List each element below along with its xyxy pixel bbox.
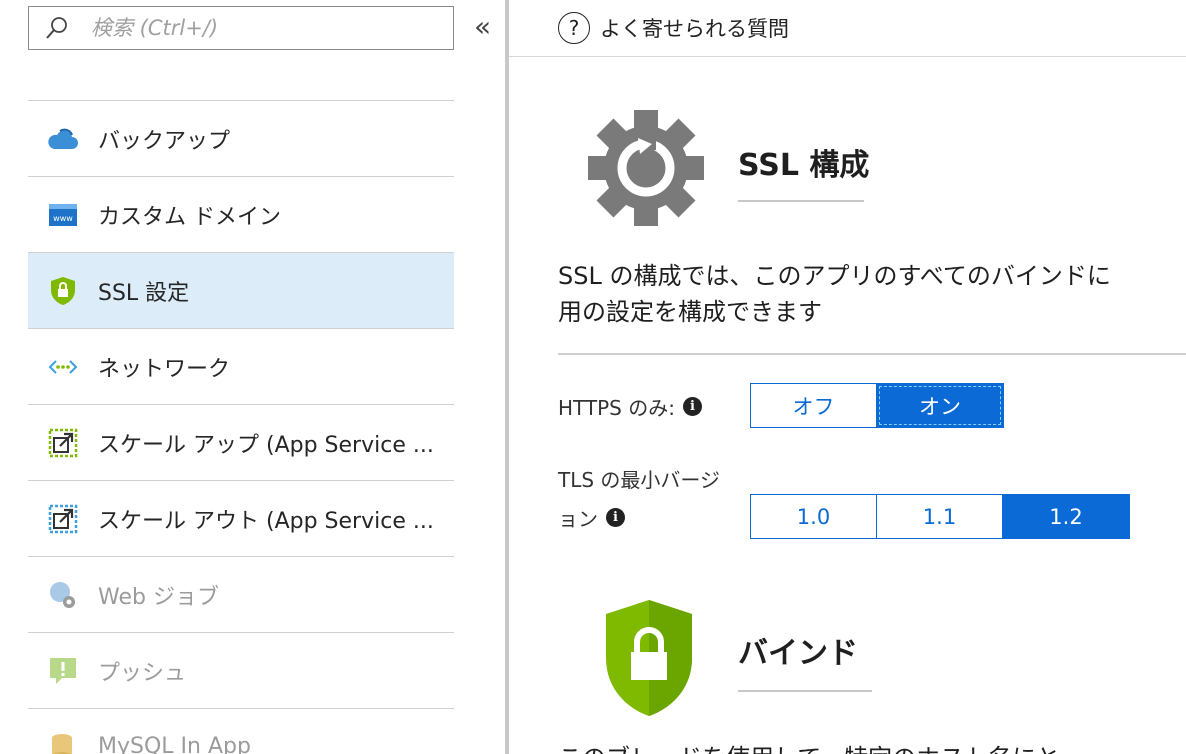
scale-out-icon <box>46 502 80 536</box>
faq-button[interactable]: ? よく寄せられる質問 <box>558 12 789 44</box>
shield-lock-icon <box>606 600 692 716</box>
main-content: ? よく寄せられる質問 SSL 構成 SSL の構成では、このアプリのすべてのバ… <box>509 0 1186 754</box>
title-underline <box>738 690 872 692</box>
collapse-menu-button[interactable]: « <box>474 10 491 43</box>
https-on-option[interactable]: オン <box>877 384 1003 427</box>
ssl-config-title: SSL 構成 <box>738 148 870 183</box>
info-icon[interactable]: i <box>606 508 625 527</box>
tls-min-version-label: TLS の最小バージ <box>558 464 720 493</box>
sidebar-item-push[interactable]: プッシュ <box>28 633 454 709</box>
https-only-label: HTTPS のみ: i <box>558 392 702 421</box>
info-icon[interactable]: i <box>682 397 702 416</box>
https-only-toggle: オフ オン <box>750 383 1004 428</box>
search-input[interactable] <box>91 16 421 40</box>
webjobs-icon <box>46 578 80 612</box>
faq-label: よく寄せられる質問 <box>600 17 789 41</box>
www-icon: www <box>46 198 80 232</box>
ssl-description-line: SSL の構成では、このアプリのすべてのバインドに <box>558 262 1111 290</box>
tls-label-text: TLS の最小バージ <box>558 468 721 492</box>
menu-list: バックアップ www カスタム ドメイン SSL 設定 ネットワーク スケール … <box>28 100 454 754</box>
sidebar-item-label: バックアップ <box>98 128 231 154</box>
sidebar-item-scale-up[interactable]: スケール アップ (App Service ... <box>28 405 454 481</box>
sidebar-item-webjobs[interactable]: Web ジョブ <box>28 557 454 633</box>
sidebar-item-mysql-in-app[interactable]: MySQL In App <box>28 709 454 754</box>
resource-menu: « バックアップ www カスタム ドメイン <box>0 0 505 754</box>
sidebar-item-label: Web ジョブ <box>98 584 219 610</box>
command-bar: ? よく寄せられる質問 <box>509 0 1186 57</box>
mysql-icon <box>46 730 80 754</box>
https-only-label-text: HTTPS のみ: <box>558 396 675 420</box>
sidebar-item-label: ネットワーク <box>98 356 231 382</box>
sidebar-item-scale-out[interactable]: スケール アウト (App Service ... <box>28 481 454 557</box>
bindings-description: このブレードを使用して、特定のホスト名にと <box>558 738 1060 754</box>
sidebar-item-ssl-settings[interactable]: SSL 設定 <box>28 253 454 329</box>
sidebar-item-label: プッシュ <box>98 660 187 686</box>
sidebar-item-label: スケール アウト (App Service ... <box>98 508 434 534</box>
sidebar-item-label: SSL 設定 <box>98 280 190 306</box>
sidebar-item-label: MySQL In App <box>98 734 251 754</box>
ssl-description-line: 用の設定を構成できます <box>558 298 822 326</box>
network-icon <box>46 350 80 384</box>
ssl-description: SSL の構成では、このアプリのすべてのバインドに 用の設定を構成できます <box>558 258 1186 330</box>
sidebar-item-label: カスタム ドメイン <box>98 204 281 230</box>
gear-refresh-icon <box>588 110 704 226</box>
sidebar-item-networking[interactable]: ネットワーク <box>28 329 454 405</box>
push-icon <box>46 654 80 688</box>
scale-up-icon <box>46 426 80 460</box>
sidebar-item-backup[interactable]: バックアップ <box>28 101 454 177</box>
search-icon <box>46 17 67 39</box>
section-divider <box>558 353 1186 355</box>
https-off-option[interactable]: オフ <box>751 384 877 427</box>
svg-text:www: www <box>53 214 73 223</box>
tls-1-0-option[interactable]: 1.0 <box>751 495 877 538</box>
title-underline <box>738 200 864 202</box>
question-icon: ? <box>558 12 590 44</box>
search-box[interactable] <box>28 6 454 50</box>
sidebar-item-custom-domain[interactable]: www カスタム ドメイン <box>28 177 454 253</box>
bindings-title: バインド <box>738 636 858 671</box>
tls-min-version-label-cont: ョン i <box>558 503 625 532</box>
sidebar-item-label: スケール アップ (App Service ... <box>98 432 434 458</box>
tls-1-1-option[interactable]: 1.1 <box>877 495 1003 538</box>
tls-label-text: ョン <box>558 507 598 531</box>
tls-version-selector: 1.0 1.1 1.2 <box>750 494 1130 539</box>
tls-1-2-option[interactable]: 1.2 <box>1003 495 1129 538</box>
cloud-backup-icon <box>46 122 80 156</box>
ssl-shield-icon <box>46 274 80 308</box>
